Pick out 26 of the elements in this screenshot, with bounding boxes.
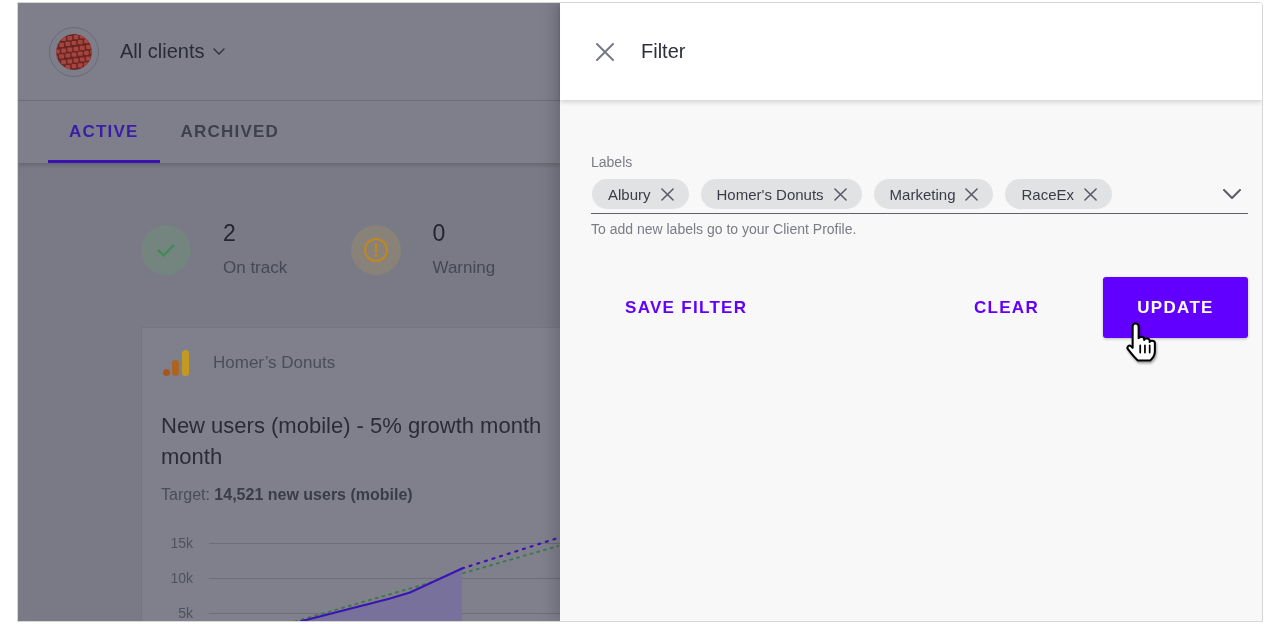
- close-icon[interactable]: [596, 42, 614, 61]
- labels-select-field[interactable]: Albury Homer's Donuts Marketing RaceEx: [591, 179, 1248, 214]
- stat-count: 0: [432, 220, 447, 246]
- text-button[interactable]: SAVE FILTER: [609, 285, 764, 330]
- panel-title: Filter: [641, 40, 686, 63]
- label-chip[interactable]: RaceEx: [1005, 179, 1112, 209]
- remove-icon[interactable]: [965, 187, 979, 201]
- remove-icon[interactable]: [1084, 187, 1097, 201]
- label-chip[interactable]: Homer's Donuts: [700, 179, 862, 209]
- bar-chart-icon: [163, 350, 189, 376]
- label-chip[interactable]: Marketing: [873, 179, 994, 209]
- field-label: Labels: [591, 154, 633, 171]
- label-chip[interactable]: Albury: [592, 179, 689, 209]
- remove-icon[interactable]: [660, 187, 674, 201]
- stat-count: 2: [223, 220, 237, 246]
- exclamation-icon: [350, 225, 401, 275]
- helper-text: To add new labels go to your Client Profile.: [591, 221, 857, 238]
- client-dropdown[interactable]: All clients: [120, 40, 226, 63]
- chevron-down-icon[interactable]: [1223, 189, 1241, 199]
- caret-down-icon: [213, 48, 226, 55]
- check-icon: [141, 225, 191, 275]
- primary-button[interactable]: UPDATE: [1103, 277, 1248, 338]
- text-button[interactable]: CLEAR: [957, 285, 1055, 330]
- goal-title: New users (mobile) - 5% growth month month: [161, 411, 542, 471]
- tiled-sphere-logo-icon: [49, 26, 99, 77]
- remove-icon[interactable]: [833, 187, 847, 201]
